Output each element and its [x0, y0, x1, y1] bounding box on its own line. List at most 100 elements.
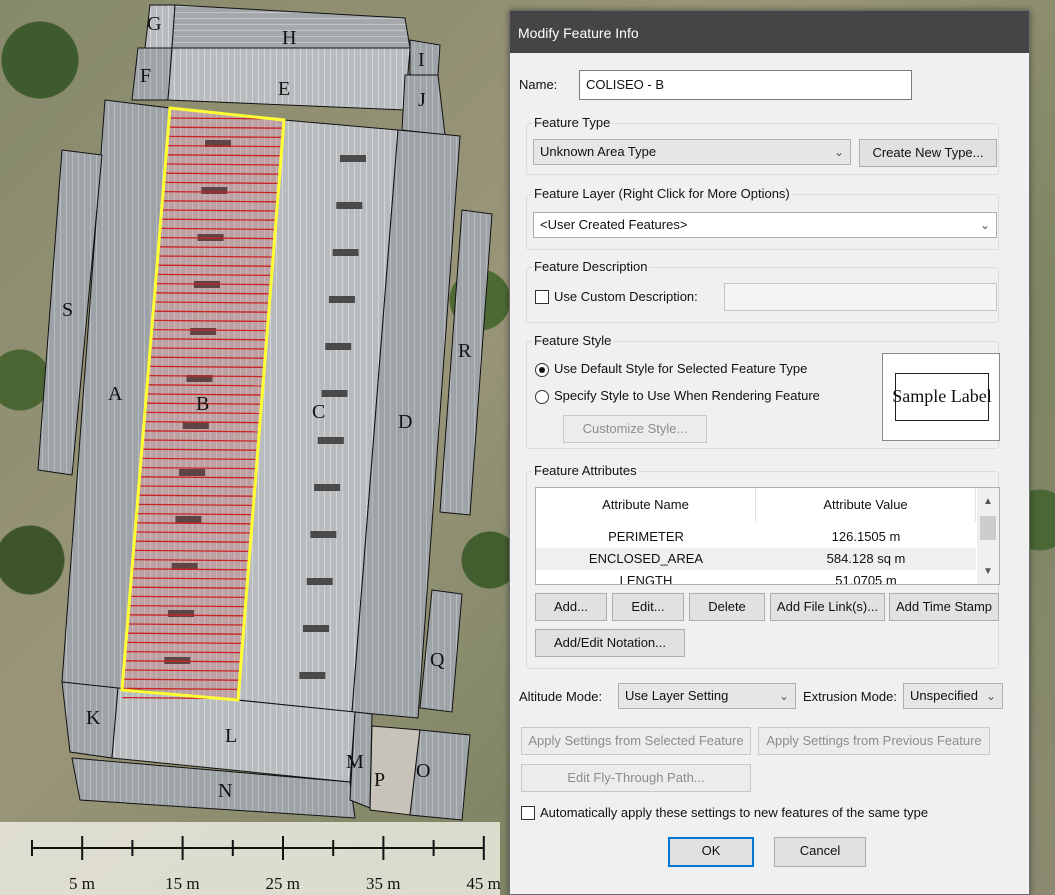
- skylight: [340, 155, 366, 162]
- skylight: [336, 202, 363, 209]
- sample-label-preview: Sample Label: [882, 353, 1000, 441]
- ok-button[interactable]: OK: [668, 837, 754, 867]
- attribute-name: LENGTH: [619, 573, 673, 585]
- feature-type-select[interactable]: Unknown Area Type ⌄: [533, 139, 851, 165]
- sample-label-text: Sample Label: [892, 386, 992, 406]
- chevron-down-icon: ⌄: [833, 145, 844, 159]
- skylight: [328, 296, 355, 303]
- scroll-down-icon[interactable]: ▼: [977, 566, 999, 577]
- building-label-p: P: [374, 769, 385, 791]
- building-label-e: E: [278, 78, 290, 100]
- building-label-k: K: [86, 707, 101, 729]
- skylight: [314, 484, 341, 491]
- attributes-table[interactable]: Attribute Name Attribute Value PERIMETER…: [535, 487, 1000, 585]
- apply-selected-feature-button[interactable]: Apply Settings from Selected Feature: [521, 727, 751, 755]
- scale-label: 35 m: [366, 874, 400, 893]
- attribute-value: 584.128 sq m: [826, 551, 906, 566]
- custom-description-label: Use Custom Description:: [554, 289, 698, 304]
- skylight: [317, 437, 344, 444]
- skylight: [303, 625, 329, 632]
- add-attribute-button[interactable]: Add...: [535, 593, 607, 621]
- building-label-c: C: [312, 401, 325, 423]
- feature-description-label: Feature Description: [532, 259, 650, 274]
- feature-type-label: Feature Type: [532, 115, 613, 130]
- building-i[interactable]: [409, 39, 441, 76]
- dialog-title[interactable]: Modify Feature Info: [510, 11, 1029, 53]
- skylight: [306, 578, 333, 585]
- chevron-down-icon: ⌄: [985, 689, 996, 703]
- building-label-i: I: [418, 49, 425, 71]
- attribute-value: 126.1505 m: [831, 529, 901, 544]
- skylight: [321, 390, 348, 397]
- building-label-m: M: [346, 751, 364, 773]
- building-label-o: O: [416, 760, 430, 782]
- extrusion-mode-select[interactable]: Unspecified ⌄: [903, 683, 1003, 709]
- building-label-j: J: [418, 89, 426, 111]
- create-new-type-button[interactable]: Create New Type...: [859, 139, 997, 167]
- extrusion-mode-value: Unspecified: [910, 688, 978, 703]
- add-time-stamp-button[interactable]: Add Time Stamp: [889, 593, 999, 621]
- scale-label: 15 m: [165, 874, 199, 893]
- feature-style-label: Feature Style: [532, 333, 614, 348]
- skylight: [332, 249, 359, 256]
- altitude-mode-select[interactable]: Use Layer Setting ⌄: [618, 683, 796, 709]
- add-file-links-button[interactable]: Add File Link(s)...: [770, 593, 885, 621]
- name-input[interactable]: COLISEO - B: [579, 70, 912, 100]
- attribute-name: ENCLOSED_AREA: [588, 551, 704, 566]
- feature-layer-label: Feature Layer (Right Click for More Opti…: [532, 186, 792, 201]
- delete-attribute-button[interactable]: Delete: [689, 593, 765, 621]
- attribute-name: PERIMETER: [608, 529, 684, 544]
- edit-attribute-button[interactable]: Edit...: [612, 593, 684, 621]
- table-row[interactable]: PERIMETER 126.1505 m: [536, 526, 976, 548]
- building-label-d: D: [398, 411, 412, 433]
- apply-previous-feature-button[interactable]: Apply Settings from Previous Feature: [758, 727, 990, 755]
- attribute-value: 51.0705 m: [835, 573, 897, 585]
- default-style-label: Use Default Style for Selected Feature T…: [554, 361, 808, 376]
- table-scrollbar[interactable]: ▲ ▼: [977, 488, 999, 584]
- extrusion-mode-label: Extrusion Mode:: [803, 689, 897, 704]
- feature-attributes-label: Feature Attributes: [532, 463, 639, 478]
- building-label-l: L: [225, 725, 237, 747]
- scroll-up-icon[interactable]: ▲: [977, 496, 999, 507]
- scrollbar-thumb[interactable]: [980, 516, 996, 540]
- specify-style-radio[interactable]: [535, 390, 549, 404]
- scale-label: 45 m: [466, 874, 500, 893]
- building-label-g: G: [147, 13, 161, 35]
- cancel-button[interactable]: Cancel: [774, 837, 866, 867]
- feature-layer-value: <User Created Features>: [540, 217, 688, 232]
- table-row[interactable]: ENCLOSED_AREA 584.128 sq m: [536, 548, 976, 570]
- scale-label: 5 m: [69, 874, 95, 893]
- altitude-mode-label: Altitude Mode:: [519, 689, 603, 704]
- auto-apply-checkbox[interactable]: [521, 806, 535, 820]
- column-header-value[interactable]: Attribute Value: [756, 488, 976, 522]
- feature-type-value: Unknown Area Type: [540, 144, 657, 159]
- custom-description-input[interactable]: [724, 283, 997, 311]
- modify-feature-dialog: Modify Feature Info Name: COLISEO - B Fe…: [509, 10, 1030, 895]
- column-header-name[interactable]: Attribute Name: [536, 488, 756, 522]
- skylight: [310, 531, 337, 538]
- building-label-n: N: [218, 780, 232, 802]
- building-label-q: Q: [430, 649, 445, 671]
- building-label-b: B: [196, 393, 209, 415]
- default-style-radio[interactable]: [535, 363, 549, 377]
- building-label-h: H: [282, 27, 296, 49]
- name-label: Name:: [519, 77, 558, 92]
- feature-layer-select[interactable]: <User Created Features> ⌄: [533, 212, 997, 238]
- customize-style-button[interactable]: Customize Style...: [563, 415, 707, 443]
- altitude-mode-value: Use Layer Setting: [625, 688, 729, 703]
- building-label-f: F: [140, 65, 151, 87]
- table-row[interactable]: LENGTH 51.0705 m: [536, 570, 976, 585]
- building-label-s: S: [62, 299, 73, 321]
- building-f[interactable]: [131, 47, 173, 101]
- scale-label: 25 m: [266, 874, 300, 893]
- auto-apply-label: Automatically apply these settings to ne…: [540, 805, 929, 820]
- custom-description-checkbox[interactable]: [535, 290, 549, 304]
- building-label-a: A: [108, 383, 123, 405]
- chevron-down-icon: ⌄: [778, 689, 789, 703]
- edit-fly-through-button[interactable]: Edit Fly-Through Path...: [521, 764, 751, 792]
- add-edit-notation-button[interactable]: Add/Edit Notation...: [535, 629, 685, 657]
- chevron-down-icon: ⌄: [979, 218, 990, 232]
- specify-style-label: Specify Style to Use When Rendering Feat…: [554, 388, 820, 403]
- skylight: [299, 672, 326, 679]
- skylight: [325, 343, 352, 350]
